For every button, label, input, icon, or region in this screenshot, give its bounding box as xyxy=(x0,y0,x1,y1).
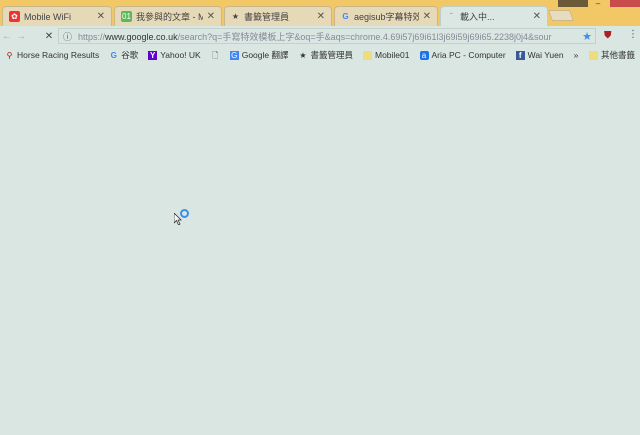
loading-spinner-icon xyxy=(180,209,189,218)
close-icon[interactable]: ✕ xyxy=(207,11,215,22)
bookmark-yahoo[interactable]: Y Yahoo! UK xyxy=(143,50,205,60)
other-bookmarks[interactable]: 其他書籤 xyxy=(584,49,640,61)
close-icon[interactable]: ✕ xyxy=(317,11,325,22)
bookmark-star-icon[interactable]: ★ xyxy=(579,30,595,43)
bookmarks-bar: ⚲ Horse Racing Results G 谷歌 Y Yahoo! UK 🗋 G… xyxy=(0,46,640,64)
tab-label: aegisub字幕特效 xyxy=(354,12,419,22)
close-icon[interactable]: ✕ xyxy=(533,11,541,22)
pin-icon: ⚲ xyxy=(6,50,13,60)
profile-button[interactable] xyxy=(558,0,588,7)
toolbar: ← → ✕ ⓘ https://www.google.co.uk/search?… xyxy=(0,26,640,46)
translate-icon: G xyxy=(229,50,239,60)
url-host: www.google.co.uk xyxy=(105,31,178,42)
page-icon: 🗋 xyxy=(211,50,219,60)
close-icon[interactable]: ✕ xyxy=(97,11,105,22)
back-icon[interactable]: ← xyxy=(0,31,14,42)
title-bar: ✿ Mobile WiFi ✕ 01 我參與的文章 - M ✕ ★ 書籤管理員 … xyxy=(0,0,640,26)
bookmark-mobile01[interactable]: Mobile01 xyxy=(358,50,415,60)
aria-icon: a xyxy=(419,50,429,60)
google-icon: G xyxy=(110,50,117,60)
loading-icon: ˘ xyxy=(450,12,453,21)
url-scheme: https:// xyxy=(78,31,106,42)
bookmark-horse-racing[interactable]: ⚲ Horse Racing Results xyxy=(0,50,104,60)
forward-icon[interactable]: → xyxy=(14,31,28,42)
bookmark-manager[interactable]: ★ 書籤管理員 xyxy=(293,49,358,61)
tab-label: 書籤管理員 xyxy=(244,12,290,22)
yahoo-icon: Y xyxy=(148,50,158,60)
folder-icon xyxy=(588,50,598,60)
info-icon[interactable]: ⓘ xyxy=(63,30,72,43)
tab-loading[interactable]: ˘ 載入中... ✕ xyxy=(440,6,548,26)
more-label: » xyxy=(573,50,579,60)
tab-bookmark-manager[interactable]: ★ 書籤管理員 ✕ xyxy=(224,6,332,26)
tab-mobile01[interactable]: 01 我參與的文章 - M ✕ xyxy=(114,6,222,26)
bookmark-wai-yuen[interactable]: f Wai Yuen xyxy=(511,50,569,60)
bookmark-label: Aria PC - Computer xyxy=(431,50,506,60)
bookmark-aria[interactable]: a Aria PC - Computer xyxy=(415,50,511,60)
folder-icon xyxy=(363,50,372,60)
huawei-icon: ✿ xyxy=(9,11,20,22)
google-icon: G xyxy=(342,12,349,21)
stop-icon[interactable]: ✕ xyxy=(42,31,56,42)
ublock-icon[interactable]: ⛊ xyxy=(604,30,612,41)
facebook-icon: f xyxy=(515,50,525,60)
bookmark-label: Yahoo! UK xyxy=(160,50,201,60)
bookmark-label: Horse Racing Results xyxy=(17,50,100,60)
bookmark-google-translate[interactable]: G Google 翻譯 xyxy=(225,49,294,61)
address-bar[interactable]: ⓘ https://www.google.co.uk/search?q=手寫特效… xyxy=(58,28,596,44)
url-text[interactable]: https://www.google.co.uk/search?q=手寫特效模板… xyxy=(78,30,579,43)
mobile01-icon: 01 xyxy=(121,11,132,22)
tab-label: Mobile WiFi xyxy=(24,11,72,22)
bookmark-label: Wai Yuen xyxy=(527,50,564,60)
menu-icon[interactable]: ⋮ xyxy=(628,29,638,40)
bookmark-label: 其他書籤 xyxy=(600,50,635,60)
bookmark-label: 谷歌 xyxy=(121,50,139,60)
close-icon[interactable]: ✕ xyxy=(423,11,431,22)
bookmark-page[interactable]: 🗋 xyxy=(206,51,225,60)
bookmark-google[interactable]: G 谷歌 xyxy=(104,49,143,61)
tab-mobile-wifi[interactable]: ✿ Mobile WiFi ✕ xyxy=(2,6,112,26)
tab-label: 載入中... xyxy=(460,12,495,22)
tab-label: 我參與的文章 - M xyxy=(136,12,203,22)
url-path: /search?q=手寫特效模板上字&oq=手&aqs=chrome.4.69i… xyxy=(177,31,552,42)
star-icon: ★ xyxy=(299,50,307,60)
minimize-button[interactable]: – xyxy=(588,0,608,8)
bookmark-label: Google 翻譯 xyxy=(241,50,289,60)
bookmark-label: Mobile01 xyxy=(375,50,410,60)
more-bookmarks-button[interactable]: » xyxy=(569,50,584,60)
tab-aegisub[interactable]: G aegisub字幕特效 ✕ xyxy=(334,6,438,26)
star-icon: ★ xyxy=(231,12,240,21)
close-window-button[interactable] xyxy=(610,0,640,7)
bookmark-label: 書籤管理員 xyxy=(310,50,353,60)
new-tab-button[interactable] xyxy=(547,10,575,21)
